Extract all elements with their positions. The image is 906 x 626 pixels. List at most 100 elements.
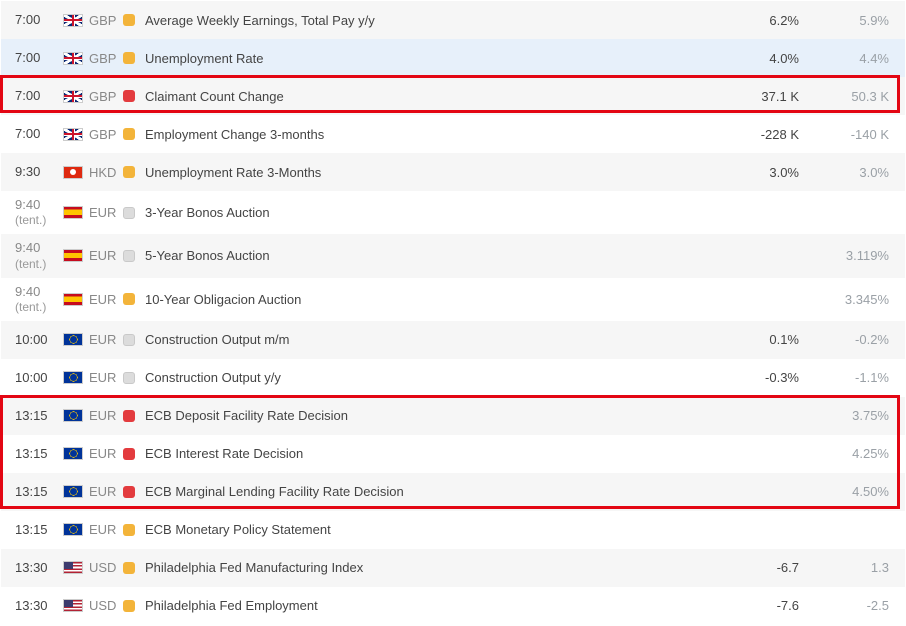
event-name[interactable]: ECB Marginal Lending Facility Rate Decis… — [145, 484, 715, 499]
currency-code: USD — [89, 598, 116, 613]
previous-value: 3.75% — [805, 408, 895, 423]
uk-flag-icon — [63, 52, 83, 65]
calendar-row[interactable]: 9:30HKDUnemployment Rate 3-Months3.0%3.0… — [1, 153, 905, 191]
time-cell: 10:00 — [15, 332, 63, 348]
calendar-row[interactable]: 7:00GBPClaimant Count Change37.1 K50.3 K — [1, 77, 905, 115]
event-name[interactable]: ECB Deposit Facility Rate Decision — [145, 408, 715, 423]
calendar-row[interactable]: 7:00GBPAverage Weekly Earnings, Total Pa… — [1, 1, 905, 39]
previous-value: 1.3 — [805, 560, 895, 575]
previous-value: 50.3 K — [805, 89, 895, 104]
time-value: 13:15 — [15, 446, 48, 461]
currency-cell: EUR — [63, 446, 123, 461]
importance-cell — [123, 524, 145, 536]
importance-high-icon — [123, 410, 135, 422]
time-value: 9:40 — [15, 284, 40, 299]
event-name[interactable]: Unemployment Rate 3-Months — [145, 165, 715, 180]
uk-flag-icon — [63, 14, 83, 27]
forecast-value: -228 K — [715, 127, 805, 142]
importance-low-icon — [123, 334, 135, 346]
eu-flag-icon — [63, 523, 83, 536]
event-name[interactable]: Average Weekly Earnings, Total Pay y/y — [145, 13, 715, 28]
time-cell: 10:00 — [15, 370, 63, 386]
event-name[interactable]: ECB Monetary Policy Statement — [145, 522, 715, 537]
time-cell: 9:40(tent.) — [15, 240, 63, 271]
currency-cell: EUR — [63, 522, 123, 537]
event-name[interactable]: Construction Output m/m — [145, 332, 715, 347]
calendar-row[interactable]: 9:40(tent.) EUR 10-Year Obligacion Auction… — [1, 278, 905, 321]
importance-low-icon — [123, 250, 135, 262]
event-name[interactable]: ECB Interest Rate Decision — [145, 446, 715, 461]
importance-cell — [123, 14, 145, 26]
time-cell: 13:15 — [15, 522, 63, 538]
time-cell: 7:00 — [15, 12, 63, 28]
importance-cell — [123, 562, 145, 574]
time-cell: 13:15 — [15, 484, 63, 500]
calendar-row[interactable]: 13:15 EUR ECB Monetary Policy Statement — [1, 511, 905, 549]
event-name[interactable]: 10-Year Obligacion Auction — [145, 292, 715, 307]
importance-cell — [123, 207, 145, 219]
calendar-row[interactable]: 13:30USDPhiladelphia Fed Employment-7.6-… — [1, 587, 905, 625]
calendar-row[interactable]: 13:15EURECB Marginal Lending Facility Ra… — [1, 473, 905, 511]
time-value: 9:40 — [15, 197, 40, 212]
calendar-row[interactable]: 10:00EURConstruction Output y/y-0.3%-1.1… — [1, 359, 905, 397]
calendar-row[interactable]: 7:00GBPEmployment Change 3-months-228 K-… — [1, 115, 905, 153]
time-value: 7:00 — [15, 50, 40, 65]
importance-cell — [123, 250, 145, 262]
importance-cell — [123, 166, 145, 178]
es-flag-icon — [63, 293, 83, 306]
currency-cell: EUR — [63, 370, 123, 385]
calendar-row[interactable]: 13:15EURECB Deposit Facility Rate Decisi… — [1, 397, 905, 435]
time-value: 13:30 — [15, 560, 48, 575]
event-name[interactable]: 5-Year Bonos Auction — [145, 248, 715, 263]
event-name[interactable]: Claimant Count Change — [145, 89, 715, 104]
time-cell: 13:15 — [15, 446, 63, 462]
importance-med-icon — [123, 166, 135, 178]
eu-flag-icon — [63, 485, 83, 498]
previous-value: -2.5 — [805, 598, 895, 613]
currency-code: EUR — [89, 292, 116, 307]
time-value: 13:30 — [15, 598, 48, 613]
currency-cell: EUR — [63, 408, 123, 423]
previous-value: 3.0% — [805, 165, 895, 180]
tentative-label: (tent.) — [15, 300, 63, 315]
calendar-row[interactable]: 10:00EURConstruction Output m/m0.1%-0.2% — [1, 321, 905, 359]
forecast-value: 0.1% — [715, 332, 805, 347]
currency-code: EUR — [89, 205, 116, 220]
currency-code: EUR — [89, 522, 116, 537]
currency-code: GBP — [89, 127, 116, 142]
time-value: 7:00 — [15, 88, 40, 103]
importance-cell — [123, 90, 145, 102]
event-name[interactable]: Philadelphia Fed Employment — [145, 598, 715, 613]
time-cell: 9:30 — [15, 164, 63, 180]
importance-cell — [123, 486, 145, 498]
eu-flag-icon — [63, 447, 83, 460]
calendar-row[interactable]: 9:40(tent.) EUR 3-Year Bonos Auction — [1, 191, 905, 234]
forecast-value: -6.7 — [715, 560, 805, 575]
importance-cell — [123, 128, 145, 140]
calendar-row[interactable]: 13:30USDPhiladelphia Fed Manufacturing I… — [1, 549, 905, 587]
calendar-row[interactable]: 7:00GBPUnemployment Rate4.0%4.4% — [1, 39, 905, 77]
event-name[interactable]: Employment Change 3-months — [145, 127, 715, 142]
currency-code: EUR — [89, 332, 116, 347]
event-name[interactable]: Unemployment Rate — [145, 51, 715, 66]
previous-value: 3.119% — [805, 248, 895, 263]
currency-cell: HKD — [63, 165, 123, 180]
event-name[interactable]: 3-Year Bonos Auction — [145, 205, 715, 220]
event-name[interactable]: Philadelphia Fed Manufacturing Index — [145, 560, 715, 575]
importance-med-icon — [123, 128, 135, 140]
currency-cell: EUR — [63, 332, 123, 347]
uk-flag-icon — [63, 128, 83, 141]
importance-cell — [123, 293, 145, 305]
time-value: 7:00 — [15, 126, 40, 141]
importance-low-icon — [123, 207, 135, 219]
forecast-value: 3.0% — [715, 165, 805, 180]
importance-med-icon — [123, 293, 135, 305]
currency-cell: EUR — [63, 248, 123, 263]
calendar-row[interactable]: 9:40(tent.)EUR 5-Year Bonos Auction 3.119% — [1, 234, 905, 277]
importance-cell — [123, 448, 145, 460]
calendar-row[interactable]: 13:15EURECB Interest Rate Decision4.25% — [1, 435, 905, 473]
event-name[interactable]: Construction Output y/y — [145, 370, 715, 385]
time-cell: 9:40(tent.) — [15, 197, 63, 228]
currency-cell: GBP — [63, 51, 123, 66]
tentative-label: (tent.) — [15, 257, 63, 272]
